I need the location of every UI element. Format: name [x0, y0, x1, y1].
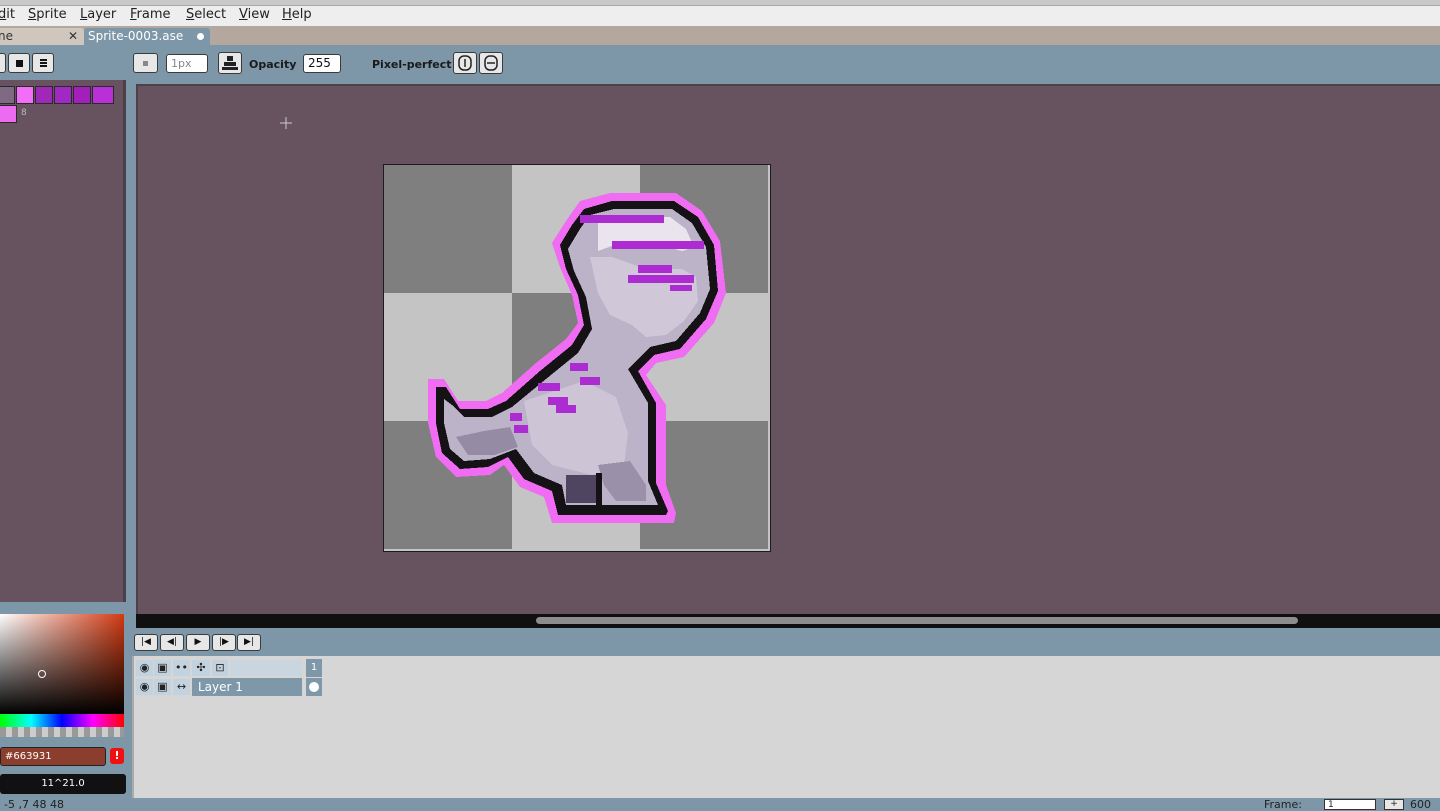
- tab-sprite-label: Sprite-0003.ase: [88, 29, 184, 43]
- pixel-perfect-label: Pixel-perfect: [372, 58, 452, 71]
- menu-select[interactable]: Select: [186, 7, 226, 22]
- frame-field[interactable]: 1: [1324, 799, 1376, 810]
- palette-panel: 8: [0, 80, 126, 602]
- menu-view[interactable]: View: [239, 7, 270, 22]
- sprite-canvas[interactable]: [383, 164, 771, 552]
- opacity-field[interactable]: 255: [303, 54, 341, 73]
- pixel-perfect-toggle[interactable]: [453, 52, 477, 74]
- cursor-coordinates: -5 ,7 48 48: [4, 798, 64, 811]
- layer-visibility-icon[interactable]: ◉: [136, 679, 153, 695]
- palette-swatch[interactable]: [16, 86, 34, 104]
- tab-sprite[interactable]: Sprite-0003.ase: [84, 28, 210, 45]
- palette-swatch[interactable]: [54, 86, 72, 104]
- playback-bar: |◀ ◀| ▶ |▶ ▶|: [130, 628, 1440, 656]
- tab-bar: ne ✕ Sprite-0003.ase: [0, 26, 1440, 45]
- layer-row[interactable]: ◉ ▣ ↔ Layer 1: [134, 678, 334, 696]
- frame-label: Frame:: [1264, 798, 1302, 811]
- line-brush-button[interactable]: [32, 53, 54, 73]
- lock-icon[interactable]: ▣: [154, 660, 171, 676]
- last-frame-button[interactable]: ▶|: [237, 634, 261, 651]
- color-spectrum[interactable]: [0, 614, 124, 714]
- pixel-perfect-alt-toggle[interactable]: [479, 52, 503, 74]
- ink-icon: [222, 56, 238, 70]
- brush-size-field[interactable]: 1px: [166, 54, 208, 73]
- close-icon[interactable]: ✕: [68, 28, 78, 45]
- color-index-field[interactable]: 11^21.0: [0, 774, 126, 794]
- tab-home[interactable]: ne ✕: [0, 28, 84, 45]
- picker-cursor[interactable]: [38, 670, 46, 678]
- warning-icon[interactable]: !: [110, 748, 124, 764]
- layer-link-icon[interactable]: ↔: [173, 679, 190, 695]
- scrollbar-thumb[interactable]: [536, 617, 1298, 624]
- context-toolbar: 1px Opacity 255 Pixel-perfect: [0, 45, 1440, 80]
- opacity-label: Opacity: [249, 58, 297, 71]
- frame-icon[interactable]: ⊡: [212, 660, 228, 676]
- zoom-value[interactable]: 600: [1410, 798, 1431, 811]
- frame-header-1[interactable]: 1: [306, 659, 322, 677]
- menu-edit[interactable]: dit: [0, 7, 15, 22]
- toggle-alt-icon: [484, 55, 498, 71]
- status-bar: -5 ,7 48 48 Frame: 1 + 600: [0, 798, 1440, 811]
- menu-layer[interactable]: Layer: [80, 7, 116, 22]
- hue-slider[interactable]: [0, 714, 124, 727]
- crosshair-cursor-icon: [280, 117, 292, 129]
- timeline-header-row: ◉ ▣ •• ✣ ⊡ 1: [134, 659, 334, 677]
- add-frame-button[interactable]: +: [1384, 799, 1404, 810]
- menu-help[interactable]: Help: [282, 7, 312, 22]
- unsaved-dot-icon: [197, 33, 204, 40]
- dinosaur-sprite: [428, 193, 726, 523]
- previous-frame-button[interactable]: ◀|: [160, 634, 184, 651]
- horizontal-scrollbar[interactable]: [136, 614, 1440, 628]
- sprite-editor[interactable]: [136, 84, 1440, 614]
- toggle-icon: [458, 55, 472, 71]
- first-frame-button[interactable]: |◀: [134, 634, 158, 651]
- timeline-panel: ◉ ▣ •• ✣ ⊡ 1 ◉ ▣ ↔ Layer 1: [132, 656, 1440, 798]
- square-icon: [16, 60, 23, 67]
- alpha-slider[interactable]: [0, 727, 124, 737]
- palette-swatch[interactable]: [0, 105, 17, 123]
- palette-index-label: 8: [21, 108, 27, 118]
- palette-swatch[interactable]: [73, 86, 91, 104]
- layer-lock-icon[interactable]: ▣: [154, 679, 171, 695]
- cel-cell[interactable]: [306, 678, 322, 696]
- cel-dot-icon: [309, 682, 319, 692]
- next-frame-button[interactable]: |▶: [212, 634, 236, 651]
- menu-bar: dit Sprite Layer Frame Select View Help: [0, 6, 1440, 26]
- eye-icon[interactable]: ◉: [136, 660, 153, 676]
- palette-swatch[interactable]: [0, 86, 15, 104]
- lines-icon: [40, 59, 47, 68]
- layer-name[interactable]: Layer 1: [192, 678, 302, 696]
- tool-button-partial[interactable]: [0, 53, 6, 73]
- palette-swatch[interactable]: [35, 86, 53, 104]
- menu-frame[interactable]: Frame: [130, 7, 171, 22]
- header-spacer: [230, 660, 302, 676]
- ink-button[interactable]: [218, 52, 242, 74]
- palette-swatch[interactable]: [92, 86, 114, 104]
- square-brush-button[interactable]: [8, 53, 30, 73]
- tab-home-label: ne: [0, 29, 13, 43]
- color-hex-field[interactable]: #663931: [0, 747, 106, 766]
- cel-icon[interactable]: ✣: [192, 660, 210, 676]
- dot-icon: [143, 61, 148, 66]
- menu-sprite[interactable]: Sprite: [28, 7, 67, 22]
- link-icon[interactable]: ••: [173, 660, 190, 676]
- play-button[interactable]: ▶: [186, 634, 210, 651]
- brush-type-button[interactable]: [133, 53, 158, 73]
